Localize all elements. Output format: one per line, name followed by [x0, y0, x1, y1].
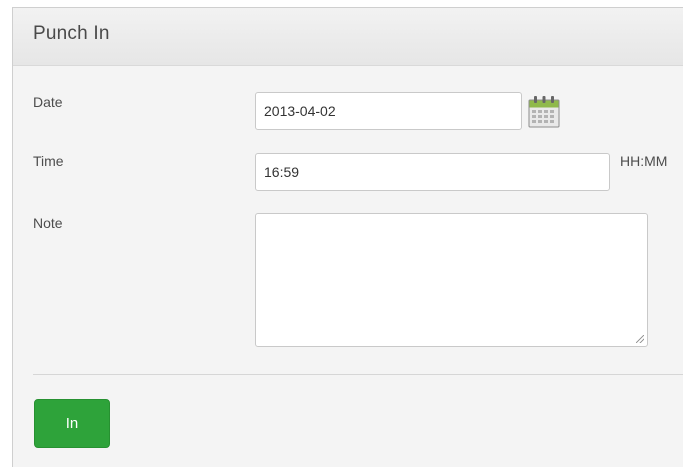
time-label: Time	[33, 153, 64, 169]
calendar-icon[interactable]	[528, 95, 560, 128]
punch-in-panel: Punch In Date Time HH:MM Note In	[12, 7, 683, 467]
form-divider	[33, 374, 683, 375]
in-button[interactable]: In	[34, 399, 110, 448]
date-label: Date	[33, 94, 63, 110]
note-textarea[interactable]	[255, 213, 648, 347]
panel-title: Punch In	[33, 23, 110, 44]
panel-header: Punch In	[13, 8, 683, 66]
note-label: Note	[33, 215, 63, 231]
time-input[interactable]	[255, 153, 610, 191]
date-input[interactable]	[255, 92, 522, 130]
time-format-hint: HH:MM	[620, 153, 668, 169]
resize-handle-icon[interactable]	[636, 335, 644, 343]
